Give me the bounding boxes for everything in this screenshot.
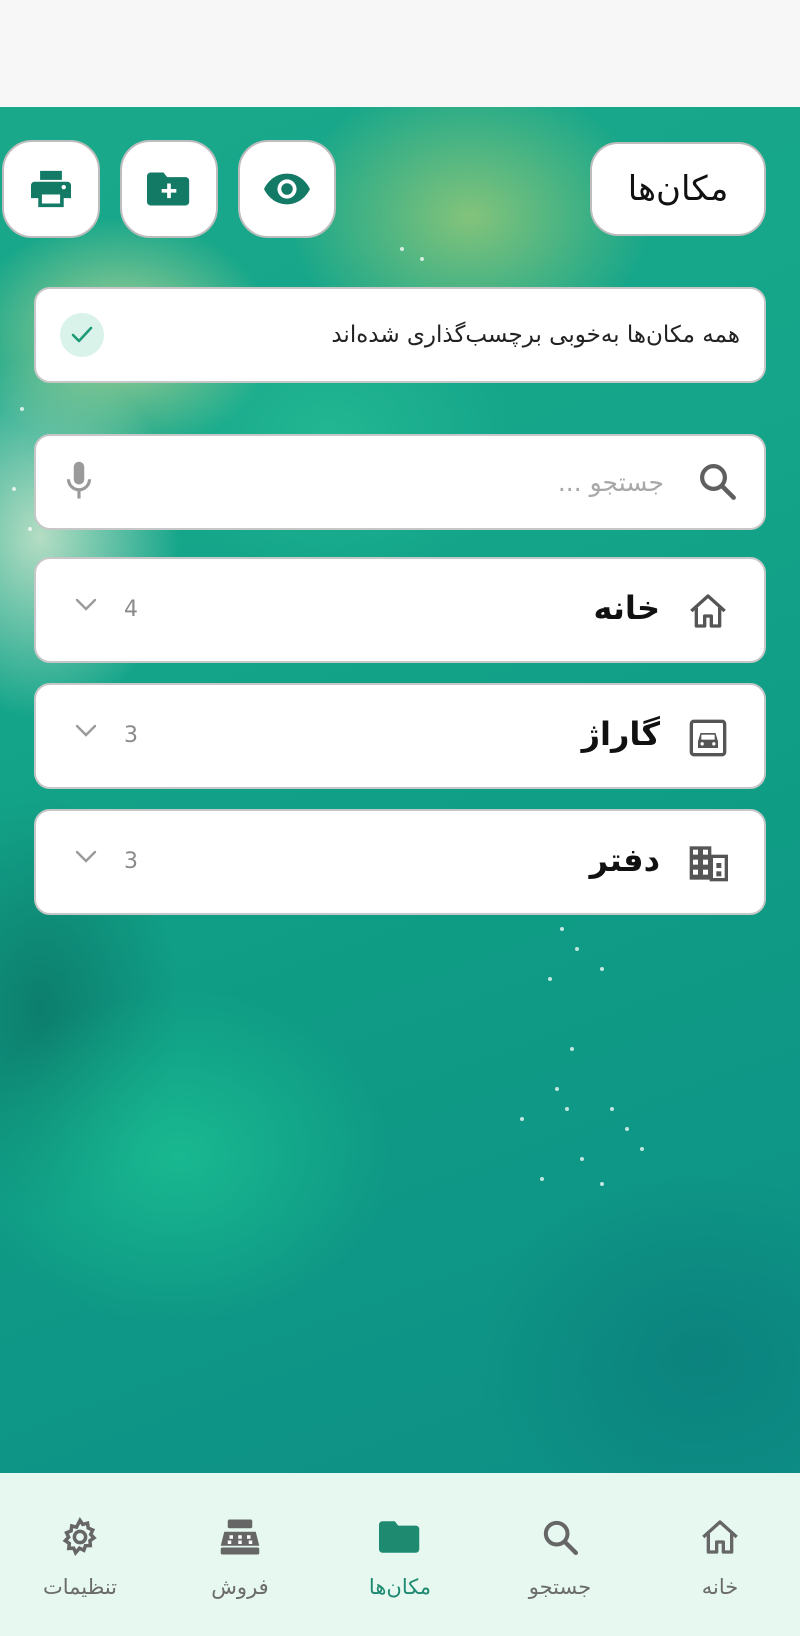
check-icon: [71, 326, 93, 343]
print-button[interactable]: [2, 140, 100, 238]
page-title: مکان‌ها: [590, 142, 766, 236]
status-text: همه مکان‌ها به‌خوبی برچسب‌گذاری شده‌اند: [331, 322, 740, 348]
location-card-home[interactable]: خانه 4: [34, 557, 766, 663]
cash-register-icon: [220, 1519, 260, 1555]
search-button[interactable]: [696, 460, 738, 506]
location-item-count: 4: [124, 597, 138, 622]
nav-label: جستجو: [528, 1575, 592, 1599]
expand-button[interactable]: [74, 597, 98, 617]
nav-item-search[interactable]: جستجو: [480, 1473, 640, 1636]
nav-label: تنظیمات: [42, 1575, 118, 1599]
status-bar: [0, 0, 800, 107]
expand-button[interactable]: [74, 849, 98, 869]
nav-item-settings[interactable]: تنظیمات: [0, 1473, 160, 1636]
location-name: خانه: [593, 589, 661, 627]
nav-label: خانه: [701, 1575, 739, 1599]
nav-item-locations[interactable]: مکان‌ها: [320, 1473, 480, 1636]
nav-item-sales[interactable]: فروش: [160, 1473, 320, 1636]
labeling-status-card: همه مکان‌ها به‌خوبی برچسب‌گذاری شده‌اند: [34, 287, 766, 383]
status-badge: [60, 313, 104, 357]
chevron-down-icon: [75, 724, 97, 737]
location-name: دفتر: [589, 841, 660, 879]
location-item-count: 3: [124, 723, 138, 748]
location-card-office[interactable]: دفتر 3: [34, 809, 766, 915]
garage-icon: [689, 719, 727, 757]
nav-item-home[interactable]: خانه: [640, 1473, 800, 1636]
location-card-garage[interactable]: گاراژ 3: [34, 683, 766, 789]
printer-icon: [31, 170, 71, 208]
search-icon: [700, 464, 736, 500]
expand-button[interactable]: [74, 723, 98, 743]
new-folder-button[interactable]: [120, 140, 218, 238]
chevron-down-icon: [75, 850, 97, 863]
search-icon: [543, 1520, 578, 1555]
gear-icon: [62, 1516, 97, 1557]
nav-label: فروش: [211, 1575, 269, 1599]
home-icon: [702, 1520, 738, 1554]
home-icon: [690, 594, 726, 628]
voice-search-button[interactable]: [64, 460, 94, 506]
location-item-count: 3: [124, 849, 138, 874]
eye-icon: [264, 173, 310, 205]
nav-label: مکان‌ها: [368, 1575, 432, 1599]
folder-plus-icon: [147, 172, 190, 206]
search-bar: [34, 434, 766, 530]
microphone-icon: [66, 461, 92, 499]
view-button[interactable]: [238, 140, 336, 238]
chevron-down-icon: [75, 598, 97, 611]
folder-icon: [379, 1521, 420, 1553]
location-name: گاراژ: [581, 715, 660, 753]
search-input[interactable]: [164, 436, 664, 528]
office-building-icon: [689, 846, 728, 882]
bottom-navigation: خانه جستجو مکان‌ها: [0, 1473, 800, 1636]
